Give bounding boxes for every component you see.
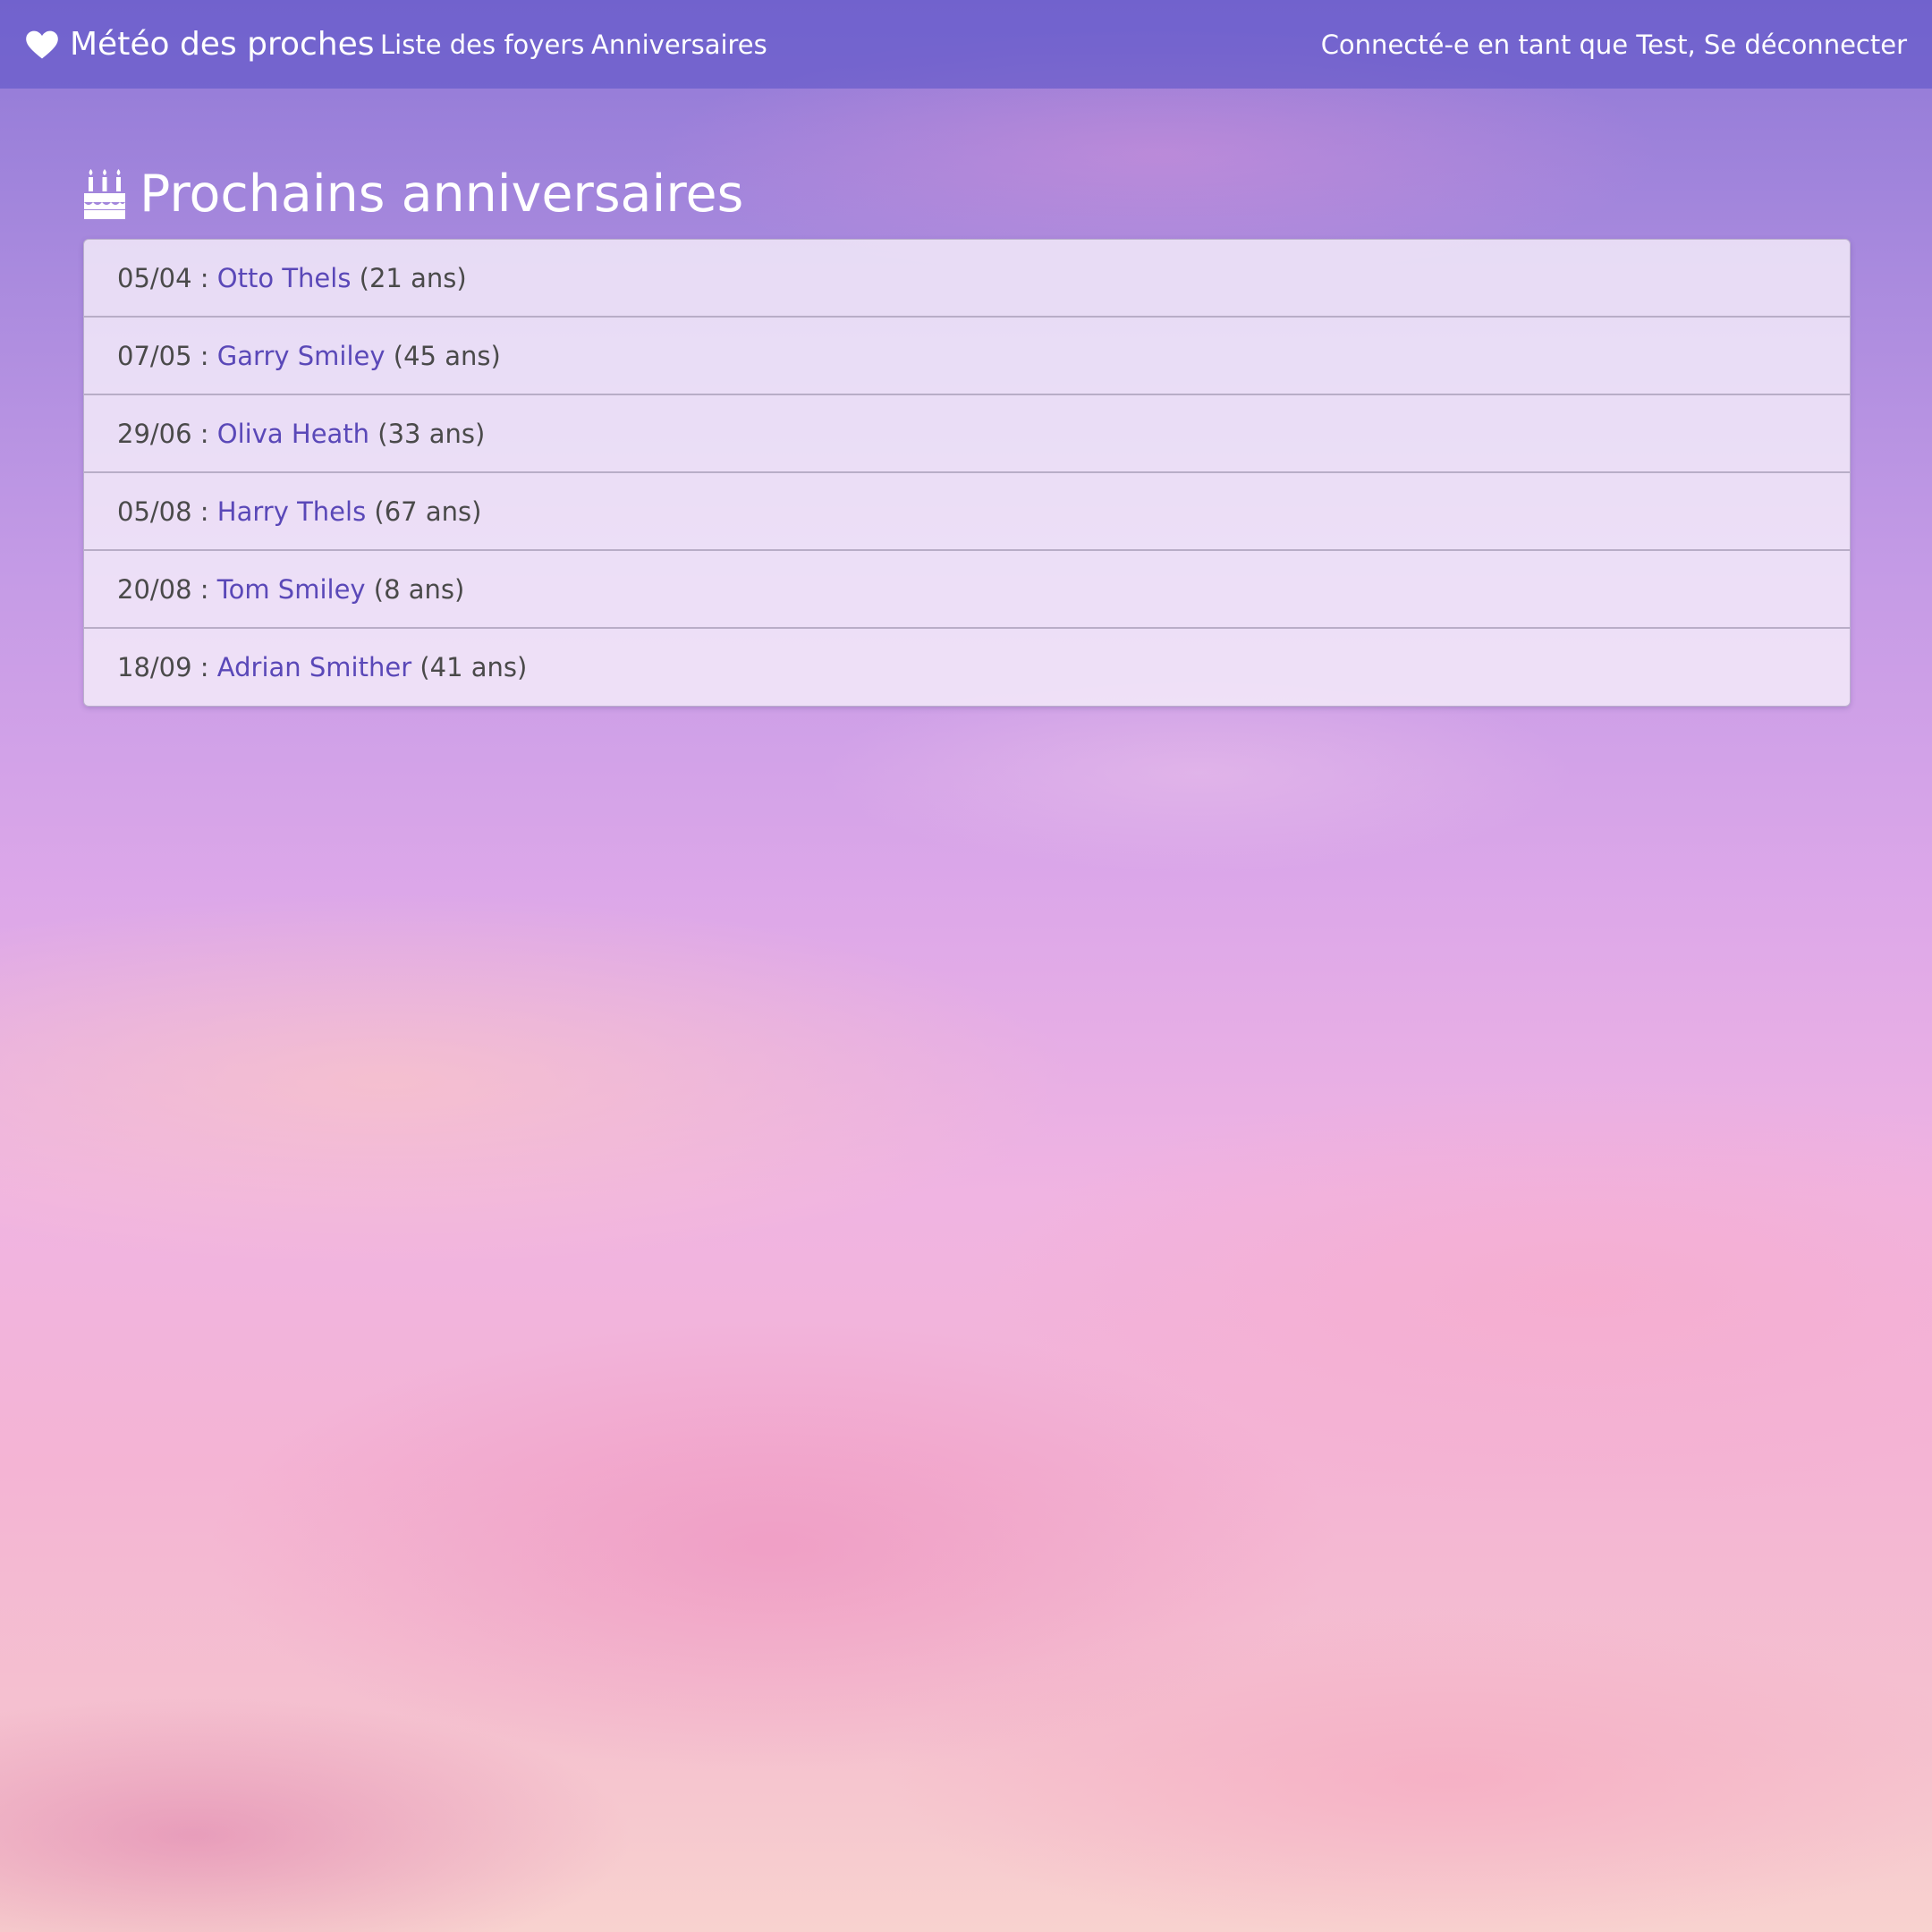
user-status: Connecté-e en tant que Test, Se déconnec… [1321, 0, 1907, 89]
birthday-age: (8 ans) [373, 573, 465, 605]
list-item: 05/08 : Harry Thels (67 ans) [84, 473, 1850, 551]
person-link[interactable]: Adrian Smither [217, 652, 411, 682]
person-link[interactable]: Otto Thels [217, 263, 352, 293]
separator: : [191, 573, 217, 605]
heart-icon [26, 30, 58, 58]
navbar: Météo des proches Liste des foyers Anniv… [0, 0, 1932, 89]
list-item: 20/08 : Tom Smiley (8 ans) [84, 551, 1850, 629]
birthday-date: 20/08 [117, 573, 192, 605]
logged-in-text: Connecté-e en tant que Test, [1320, 29, 1696, 60]
nav-link-foyers[interactable]: Liste des foyers [380, 0, 584, 89]
list-item: 05/04 : Otto Thels (21 ans) [84, 240, 1850, 318]
birthday-date: 18/09 [117, 652, 192, 682]
separator: : [191, 262, 217, 293]
person-link[interactable]: Oliva Heath [217, 419, 369, 449]
separator: : [191, 418, 217, 449]
birthday-age: (45 ans) [393, 340, 501, 371]
brand-label: Météo des proches [70, 26, 375, 63]
person-link[interactable]: Harry Thels [217, 496, 366, 527]
birthday-age: (67 ans) [374, 496, 482, 527]
page-title: Prochains anniversaires [82, 163, 743, 225]
list-item: 07/05 : Garry Smiley (45 ans) [84, 318, 1850, 395]
birthday-age: (33 ans) [377, 418, 486, 449]
list-item: 18/09 : Adrian Smither (41 ans) [84, 629, 1850, 706]
logout-link[interactable]: Se déconnecter [1704, 30, 1907, 60]
birthday-cake-icon [84, 169, 125, 219]
birthday-age: (41 ans) [419, 652, 528, 682]
page-title-text: Prochains anniversaires [140, 165, 744, 224]
list-item: 29/06 : Oliva Heath (33 ans) [84, 395, 1850, 473]
separator: : [191, 340, 217, 371]
birthday-date: 05/08 [117, 496, 192, 527]
birthday-date: 29/06 [117, 418, 192, 449]
brand-link[interactable]: Météo des proches [25, 0, 375, 89]
birthday-date: 05/04 [117, 262, 192, 293]
nav-link-anniversaires[interactable]: Anniversaires [591, 0, 767, 89]
birthday-list: 05/04 : Otto Thels (21 ans) 07/05 : Garr… [83, 239, 1851, 707]
separator: : [191, 496, 217, 527]
page: Météo des proches Liste des foyers Anniv… [0, 0, 1932, 1932]
birthday-age: (21 ans) [359, 262, 467, 293]
person-link[interactable]: Garry Smiley [217, 341, 386, 371]
birthday-date: 07/05 [117, 340, 192, 371]
separator: : [191, 652, 217, 682]
person-link[interactable]: Tom Smiley [217, 574, 366, 605]
